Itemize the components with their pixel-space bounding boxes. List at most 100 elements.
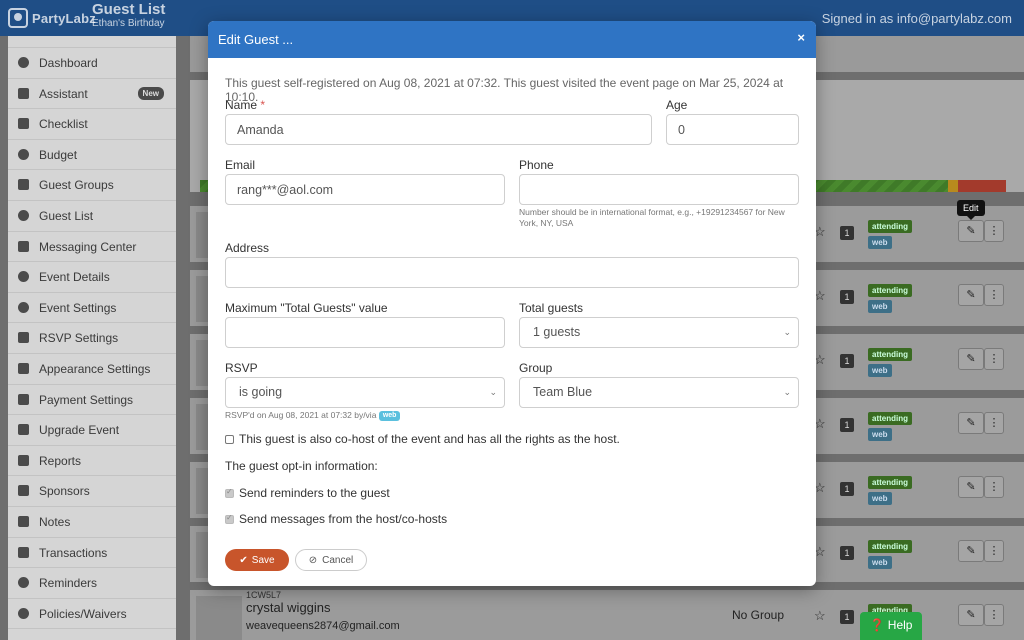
star-icon[interactable]: ☆ bbox=[814, 609, 826, 622]
sidebar-item-label: Payment Settings bbox=[39, 392, 134, 407]
cohost-checkbox[interactable] bbox=[225, 434, 234, 444]
sidebar-item-dashboard[interactable]: Dashboard bbox=[8, 48, 176, 79]
new-badge: New bbox=[137, 86, 164, 100]
save-button[interactable]: ✔ Save bbox=[225, 549, 289, 571]
edit-button[interactable]: ✎ bbox=[958, 476, 984, 498]
more-options-button[interactable]: ⋮ bbox=[984, 348, 1004, 370]
sidebar-item-label: Sponsors bbox=[39, 484, 90, 499]
chevron-down-icon: ⌄ bbox=[783, 327, 791, 337]
puzzle-icon bbox=[18, 607, 29, 619]
address-label: Address bbox=[225, 241, 270, 255]
sidebar-top-cut bbox=[8, 36, 176, 48]
sidebar-item-label: Messaging Center bbox=[39, 239, 137, 254]
more-options-button[interactable]: ⋮ bbox=[984, 284, 1004, 306]
rsvp-value: is going bbox=[239, 385, 283, 399]
total-guests-value: 1 guests bbox=[533, 325, 581, 339]
guest-group: No Group bbox=[732, 608, 785, 622]
sidebar-item-guest-list[interactable]: Guest List bbox=[8, 201, 176, 232]
page-title-event: Ethan's Birthday bbox=[92, 18, 165, 29]
sidebar-item-label: Assistant bbox=[39, 86, 88, 101]
receipt-icon bbox=[18, 546, 29, 558]
source-badge: web bbox=[868, 428, 892, 441]
more-options-button[interactable]: ⋮ bbox=[984, 604, 1004, 626]
sidebar-item-reports[interactable]: Reports bbox=[8, 446, 176, 477]
sidebar-item-event-settings[interactable]: Event Settings bbox=[8, 293, 176, 324]
list-icon bbox=[18, 118, 29, 130]
send-messages-row: Send messages from the host/co-hosts bbox=[225, 512, 447, 526]
bolt-icon bbox=[18, 87, 29, 99]
edit-guest-modal: Edit Guest ... × This guest self-registe… bbox=[208, 21, 816, 586]
sidebar-item-event-details[interactable]: Event Details bbox=[8, 262, 176, 293]
rsvp-select[interactable]: is going ⌄ bbox=[225, 377, 505, 408]
total-guests-select[interactable]: 1 guests ⌄ bbox=[519, 317, 799, 348]
status-badge: attending bbox=[868, 540, 912, 553]
guest-count-badge: 1 bbox=[840, 610, 854, 624]
max-total-guests-field[interactable] bbox=[225, 317, 505, 348]
max-total-guests-label: Maximum "Total Guests" value bbox=[225, 301, 388, 315]
guest-count-badge: 1 bbox=[840, 482, 854, 496]
source-badge: web bbox=[868, 556, 892, 569]
sidebar-item-sponsors[interactable]: Sponsors bbox=[8, 476, 176, 507]
sidebar-item-budget[interactable]: Budget bbox=[8, 140, 176, 171]
more-options-button[interactable]: ⋮ bbox=[984, 540, 1004, 562]
sidebar-item-appearance-settings[interactable]: Appearance Settings bbox=[8, 354, 176, 385]
help-button[interactable]: ❓ Help bbox=[860, 612, 922, 640]
sidebar-item-transactions[interactable]: Transactions bbox=[8, 538, 176, 569]
chevron-down-icon: ⌄ bbox=[489, 387, 497, 397]
sidebar-item-label: Reports bbox=[39, 453, 82, 468]
sidebar-item-label: Reminders bbox=[39, 576, 98, 591]
phone-field[interactable] bbox=[519, 174, 799, 205]
email-field[interactable] bbox=[225, 174, 505, 205]
sidebar-item-checklist[interactable]: Checklist bbox=[8, 109, 176, 140]
brand[interactable]: PartyLabz bbox=[8, 8, 96, 28]
cohost-checkbox-row[interactable]: This guest is also co-host of the event … bbox=[225, 432, 620, 446]
guest-count-badge: 1 bbox=[840, 226, 854, 240]
cancel-label: Cancel bbox=[322, 554, 354, 566]
cart-icon bbox=[18, 424, 29, 436]
guest-count-badge: 1 bbox=[840, 290, 854, 304]
guest-count-badge: 1 bbox=[840, 546, 854, 560]
sidebar-item-upgrade-event[interactable]: Upgrade Event bbox=[8, 415, 176, 446]
cancel-button[interactable]: ⊘ Cancel bbox=[295, 549, 367, 571]
more-options-button[interactable]: ⋮ bbox=[984, 476, 1004, 498]
sidebar-item-messaging-center[interactable]: Messaging Center bbox=[8, 232, 176, 263]
sidebar-item-assistant[interactable]: Assistant New bbox=[8, 79, 176, 110]
total-guests-label: Total guests bbox=[519, 301, 584, 315]
edit-button[interactable]: ✎ bbox=[958, 220, 984, 242]
sidebar-item-reminders[interactable]: Reminders bbox=[8, 568, 176, 599]
rsvp-hint: RSVP'd on Aug 08, 2021 at 07:32 by/via w… bbox=[225, 410, 401, 421]
modal-body: This guest self-registered on Aug 08, 20… bbox=[208, 58, 816, 586]
edit-button[interactable]: ✎ bbox=[958, 284, 984, 306]
more-options-button[interactable]: ⋮ bbox=[984, 220, 1004, 242]
partylabz-logo-icon bbox=[8, 8, 28, 28]
megaphone-icon bbox=[18, 485, 29, 497]
modal-title: Edit Guest ... bbox=[218, 32, 294, 47]
sidebar-item-guest-groups[interactable]: Guest Groups bbox=[8, 170, 176, 201]
address-field[interactable] bbox=[225, 257, 799, 288]
progress-declined-segment bbox=[958, 180, 1006, 192]
guest-name[interactable]: crystal wiggins bbox=[246, 600, 331, 615]
edit-button[interactable]: ✎ bbox=[958, 604, 984, 626]
group-value: Team Blue bbox=[533, 385, 593, 399]
source-badge: web bbox=[868, 364, 892, 377]
edit-button[interactable]: ✎ bbox=[958, 412, 984, 434]
sidebar-item-rsvp-settings[interactable]: RSVP Settings bbox=[8, 323, 176, 354]
source-badge: web bbox=[868, 492, 892, 505]
guest-code: 1CW5L7 bbox=[246, 590, 282, 600]
edit-button[interactable]: ✎ bbox=[958, 540, 984, 562]
edit-button[interactable]: ✎ bbox=[958, 348, 984, 370]
group-select[interactable]: Team Blue ⌄ bbox=[519, 377, 799, 408]
close-icon[interactable]: × bbox=[797, 30, 805, 45]
sidebar-item-policies-waivers[interactable]: Policies/Waivers bbox=[8, 599, 176, 630]
bar-chart-icon bbox=[18, 454, 29, 466]
email-label: Email bbox=[225, 158, 256, 172]
age-label: Age bbox=[666, 98, 688, 112]
signed-in-status[interactable]: Signed in as info@partylabz.com bbox=[822, 11, 1012, 26]
more-options-button[interactable]: ⋮ bbox=[984, 412, 1004, 434]
name-label-text: Name bbox=[225, 98, 258, 112]
name-field[interactable] bbox=[225, 114, 652, 145]
age-field[interactable] bbox=[666, 114, 799, 145]
sidebar-item-payment-settings[interactable]: Payment Settings bbox=[8, 385, 176, 416]
page-title-main: Guest List bbox=[92, 1, 166, 18]
sidebar-item-notes[interactable]: Notes bbox=[8, 507, 176, 538]
